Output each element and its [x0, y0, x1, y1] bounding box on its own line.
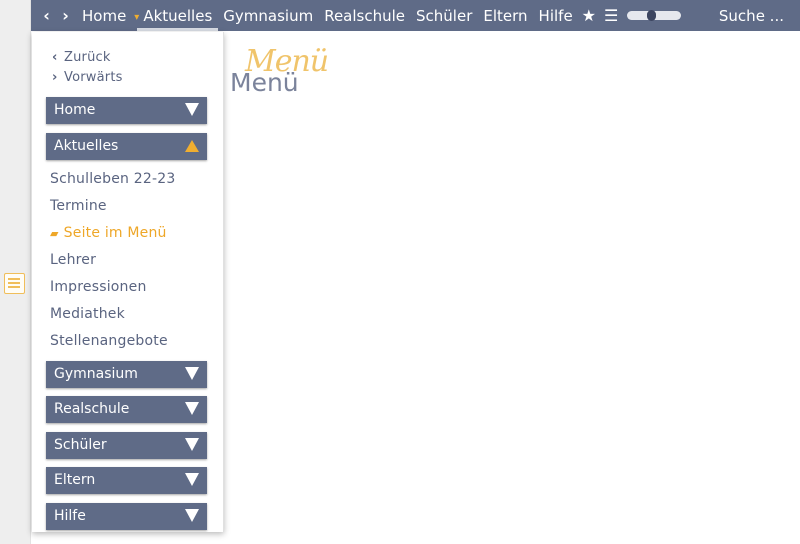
forward-arrow-icon[interactable]: ›: [57, 6, 74, 25]
chevron-right-icon: ›: [52, 70, 58, 85]
forward-link-label: Vorwärts: [64, 70, 123, 85]
section-button-realschule[interactable]: Realschule: [46, 396, 207, 423]
menu-link-impressionen[interactable]: Impressionen: [50, 279, 147, 295]
menu-link-label: Seite im Menü: [63, 225, 167, 241]
back-arrow-icon[interactable]: ‹: [38, 6, 55, 25]
logo-main-text: Menü: [230, 68, 299, 97]
back-link-label: Zurück: [64, 50, 111, 65]
menu-link-mediathek[interactable]: Mediathek: [50, 306, 125, 322]
top-nav-home[interactable]: Home: [82, 7, 126, 25]
section-button-home[interactable]: Home: [46, 97, 207, 124]
caret-down-icon: ▾: [134, 11, 140, 23]
section-label: Home: [54, 102, 96, 118]
triangle-down-icon: [185, 402, 199, 415]
triangle-down-icon: [185, 473, 199, 486]
brand-logo: Menü Menü: [230, 44, 340, 104]
pencil-marker-icon: ▰: [50, 227, 59, 240]
section-button-gymnasium[interactable]: Gymnasium: [46, 361, 207, 388]
toggle-slider[interactable]: [627, 10, 682, 21]
section-label: Gymnasium: [54, 366, 138, 382]
back-link[interactable]: ‹ Zurück: [52, 50, 111, 65]
top-nav-schueler[interactable]: Schüler: [416, 7, 472, 25]
top-nav-gymnasium[interactable]: Gymnasium: [223, 7, 313, 25]
section-button-eltern[interactable]: Eltern: [46, 467, 207, 494]
menu-link-termine[interactable]: Termine: [50, 198, 107, 214]
section-label: Realschule: [54, 401, 130, 417]
triangle-down-icon: [185, 367, 199, 380]
sidebar-toggle-icon[interactable]: [4, 273, 25, 294]
slider-knob[interactable]: [647, 10, 657, 21]
hamburger-menu-icon[interactable]: ☰: [604, 6, 618, 25]
triangle-down-icon: [185, 438, 199, 451]
section-label: Aktuelles: [54, 138, 119, 154]
top-navigation-bar: ‹ › Home ▾ Aktuelles Gymnasium Realschul…: [31, 0, 800, 31]
section-label: Hilfe: [54, 508, 86, 524]
section-button-schueler[interactable]: Schüler: [46, 432, 207, 459]
section-button-hilfe[interactable]: Hilfe: [46, 503, 207, 530]
top-nav-realschule[interactable]: Realschule: [324, 7, 405, 25]
top-nav-eltern[interactable]: Eltern: [483, 7, 527, 25]
top-nav-aktuelles[interactable]: Aktuelles: [137, 7, 219, 31]
dropdown-menu-panel: ‹ Zurück › Vorwärts Home Aktuelles Schulle…: [32, 32, 224, 532]
menu-link-seite-im-menue[interactable]: ▰ Seite im Menü: [50, 225, 167, 241]
left-gutter: [0, 0, 31, 544]
triangle-down-icon: [185, 509, 199, 522]
top-nav-hilfe[interactable]: Hilfe: [539, 7, 573, 25]
menu-link-stellenangebote[interactable]: Stellenangebote: [50, 333, 168, 349]
menu-link-lehrer[interactable]: Lehrer: [50, 252, 96, 268]
triangle-down-icon: [185, 103, 199, 116]
search-link[interactable]: Suche ...: [719, 7, 784, 25]
section-button-aktuelles[interactable]: Aktuelles: [46, 133, 207, 160]
menu-link-schulleben[interactable]: Schulleben 22-23: [50, 171, 175, 187]
star-icon[interactable]: ★: [582, 6, 596, 25]
section-label: Schüler: [54, 437, 107, 453]
section-label: Eltern: [54, 472, 96, 488]
chevron-left-icon: ‹: [52, 50, 58, 65]
forward-link[interactable]: › Vorwärts: [52, 70, 123, 85]
triangle-up-icon: [185, 140, 199, 152]
